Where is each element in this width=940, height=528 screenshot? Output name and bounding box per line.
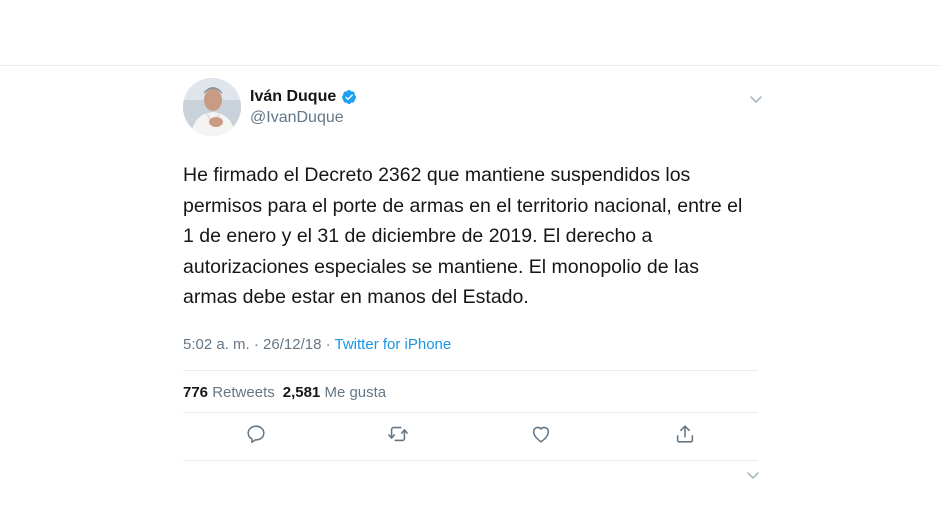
share-icon[interactable] bbox=[674, 423, 696, 445]
tweet-actions bbox=[245, 423, 694, 445]
reply-icon[interactable] bbox=[245, 423, 267, 445]
avatar[interactable] bbox=[183, 78, 241, 136]
tweet-date[interactable]: 26/12/18 bbox=[263, 336, 321, 353]
author-info[interactable]: Iván Duque @IvanDuque bbox=[250, 88, 357, 127]
tweet-source-link[interactable]: Twitter for iPhone bbox=[335, 336, 452, 353]
divider bbox=[183, 412, 758, 413]
likes-stat[interactable]: 2,581 Me gusta bbox=[283, 384, 386, 401]
retweet-icon[interactable] bbox=[387, 423, 409, 445]
likes-label: Me gusta bbox=[324, 384, 387, 401]
retweets-label: Retweets bbox=[212, 384, 275, 401]
divider bbox=[183, 370, 758, 371]
retweets-stat[interactable]: 776 Retweets bbox=[183, 384, 275, 401]
retweets-count: 776 bbox=[183, 384, 209, 401]
verified-badge-icon bbox=[341, 89, 357, 105]
likes-count: 2,581 bbox=[282, 384, 321, 401]
header-divider bbox=[0, 65, 940, 66]
meta-separator: · bbox=[253, 336, 259, 353]
divider bbox=[183, 460, 758, 461]
display-name[interactable]: Iván Duque bbox=[250, 88, 336, 106]
tweet-text: He firmado el Decreto 2362 que mantiene … bbox=[183, 164, 743, 308]
user-handle[interactable]: @IvanDuque bbox=[250, 109, 357, 127]
tweet-metadata: 5:02 a. m. · 26/12/18 · Twitter for iPho… bbox=[183, 336, 451, 353]
chevron-down-icon[interactable] bbox=[746, 468, 760, 482]
chevron-down-icon[interactable] bbox=[749, 92, 763, 106]
avatar-image bbox=[183, 78, 241, 136]
meta-separator: · bbox=[325, 336, 331, 353]
heart-icon[interactable] bbox=[530, 423, 552, 445]
tweet-stats: 776 Retweets 2,581 Me gusta bbox=[183, 384, 386, 401]
tweet-time[interactable]: 5:02 a. m. bbox=[183, 336, 250, 353]
